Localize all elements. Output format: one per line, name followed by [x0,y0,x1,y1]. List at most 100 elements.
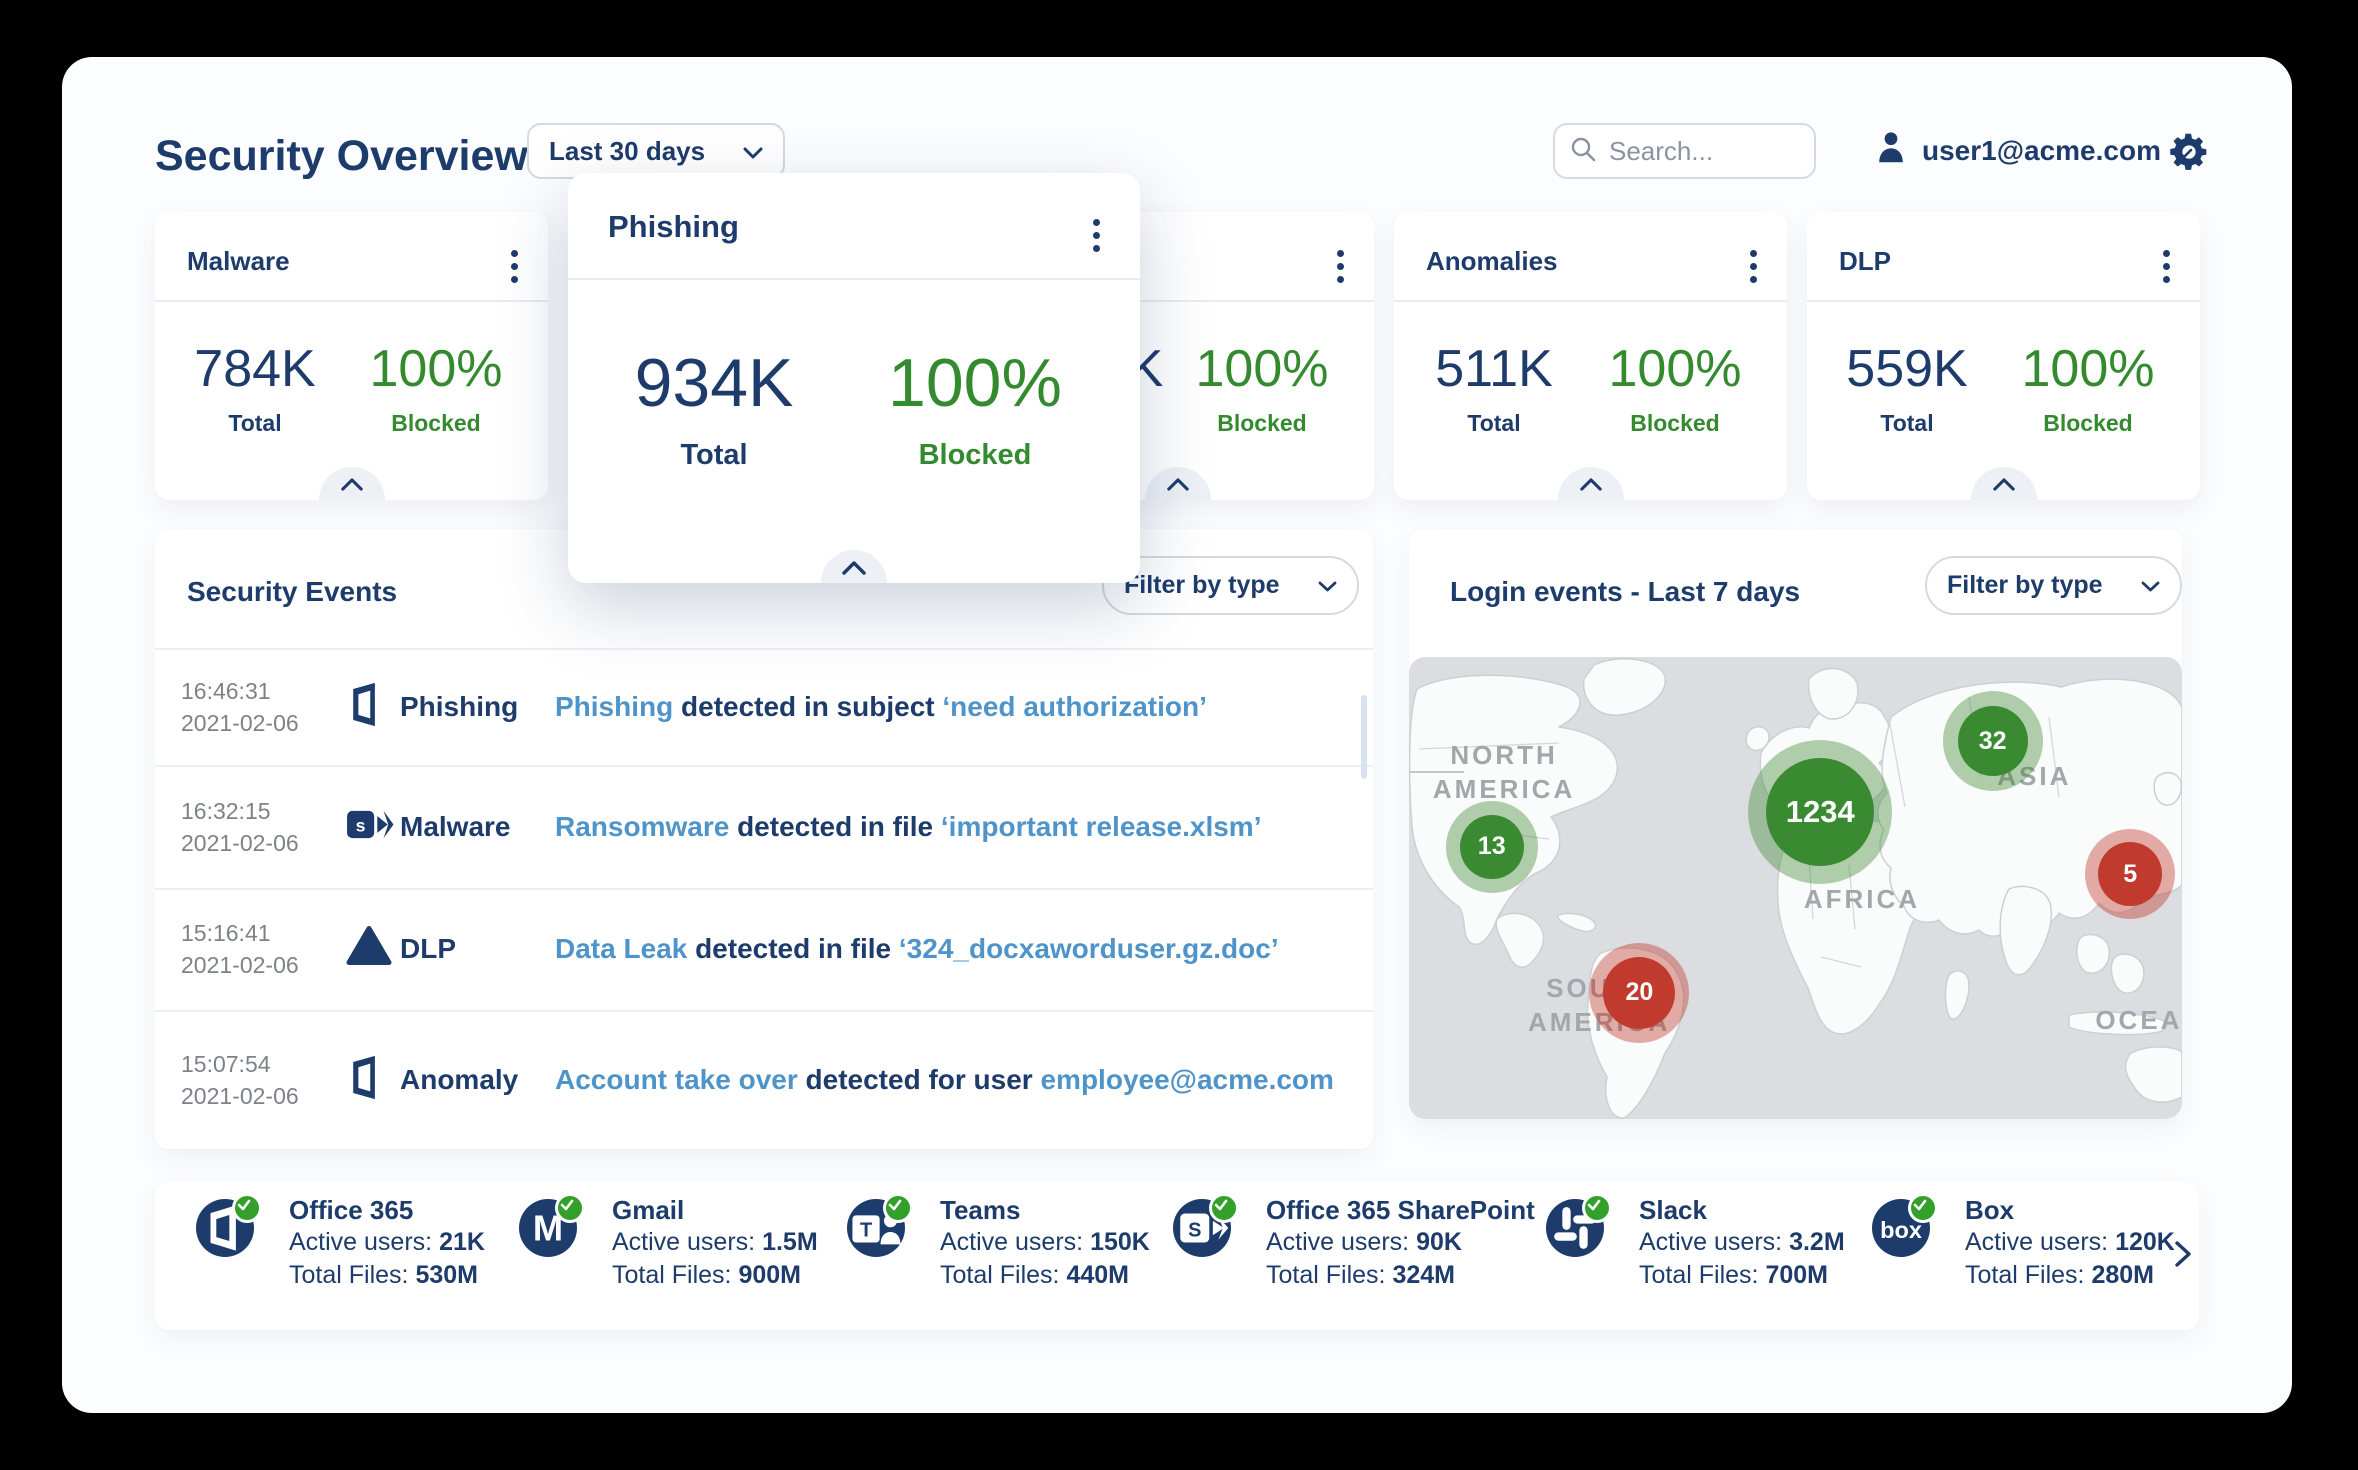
user-menu[interactable]: user1@acme.com [1874,129,2193,172]
integration-name: Slack [1639,1194,1845,1226]
card-dlp: DLP 559KTotal 100%Blocked [1807,212,2200,500]
kebab-menu-icon[interactable] [1746,246,1761,287]
integration-active-users: Active users: 90K [1266,1226,1535,1259]
event-description-text: detected in file [729,811,941,842]
stat-blocked-label: Blocked [1196,410,1329,437]
card-phishing-expanded: Phishing 934K Total 100% Blocked [568,173,1140,583]
map-region-label: OCEANIA [2095,1003,2182,1037]
date-range-select[interactable]: Last 30 days [527,123,785,179]
event-timestamp: 15:07:542021-02-06 [181,1048,299,1112]
stat-blocked-value: 100% [1196,340,1329,398]
active-users-value: 3.2M [1789,1228,1845,1256]
drive-icon [346,926,392,973]
kebab-menu-icon[interactable] [2159,246,2174,287]
event-description-highlight: Data Leak [555,933,687,964]
login-bubble-value: 13 [1460,815,1524,879]
stat-total: 559KTotal [1846,340,1967,437]
event-description-highlight: ‘324_docxaworduser.gz.doc’ [899,933,1279,964]
map-title: Login events - Last 7 days [1450,576,1800,608]
date-range-value: Last 30 days [549,136,705,167]
expand-handle[interactable] [319,467,385,500]
chevron-down-icon [743,136,763,167]
login-bubble[interactable]: 13 [1446,801,1538,893]
login-bubble-value: 32 [1958,706,2028,776]
chevron-up-icon [341,478,363,491]
integration-name: Gmail [612,1194,818,1226]
kebab-menu-icon[interactable] [1089,215,1104,256]
total-files-value: 900M [738,1261,801,1289]
collapse-handle[interactable] [821,550,887,583]
stat-blocked-value: 100% [888,345,1062,421]
scroll-right-button[interactable] [2173,1240,2193,1273]
card-title: DLP [1839,246,1891,277]
connected-check-icon [1908,1193,1938,1223]
expand-handle[interactable] [1145,467,1211,500]
integration-active-users: Active users: 150K [940,1226,1150,1259]
total-files-value: 324M [1392,1261,1455,1289]
integration-stats: GmailActive users: 1.5MTotal Files: 900M [612,1194,818,1292]
login-bubble[interactable]: 1234 [1748,740,1892,884]
search-box[interactable] [1553,123,1816,179]
chevron-up-icon [1167,478,1189,491]
world-map-art [1409,657,2182,1119]
event-category: Anomaly [400,1064,518,1096]
active-users-label: Active users: [940,1228,1083,1256]
total-files-label: Total Files: [1639,1261,1758,1289]
event-time: 15:07:54 [181,1048,299,1080]
stat-total-label: Total [635,439,794,472]
kebab-menu-icon[interactable] [1333,246,1348,287]
active-users-label: Active users: [1266,1228,1409,1256]
connected-check-icon [232,1193,262,1223]
active-users-value: 120K [2115,1228,2175,1256]
active-users-label: Active users: [1965,1228,2108,1256]
chevron-up-icon [1993,478,2015,491]
integration-name: Office 365 SharePoint [1266,1194,1535,1226]
expand-handle[interactable] [1558,467,1624,500]
connected-check-icon [1209,1193,1239,1223]
login-bubble[interactable]: 20 [1589,943,1689,1043]
integration-total-files: Total Files: 530M [289,1259,485,1292]
login-bubble[interactable]: 32 [1943,691,2043,791]
security-events-panel: Security Events Filter by type 16:46:312… [155,529,1373,1149]
settings-button[interactable] [2168,131,2210,173]
kebab-menu-icon[interactable] [507,246,522,287]
event-row[interactable]: 16:46:312021-02-06PhishingPhishing detec… [155,648,1373,765]
stat-blocked-label: Blocked [370,410,503,437]
stat-blocked: 100%Blocked [370,340,503,437]
stat-total-label: Total [194,410,315,437]
map-filter-select[interactable]: Filter by type [1925,556,2182,615]
sharepoint-icon: s [346,803,394,850]
event-description-text: detected in subject [673,691,942,722]
event-category: Malware [400,811,511,843]
event-category: DLP [400,933,456,965]
card-malware: Malware784KTotal100%Blocked [155,212,548,500]
stat-blocked-label: Blocked [1609,410,1742,437]
total-files-label: Total Files: [1266,1261,1385,1289]
stat-blocked: 100% Blocked [888,345,1062,472]
office365-icon [196,1199,254,1257]
expand-handle[interactable] [1971,467,2037,500]
login-bubble[interactable]: 5 [2085,829,2175,919]
svg-text:T: T [860,1220,872,1242]
integration-name: Box [1965,1194,2175,1226]
event-date: 2021-02-06 [181,1080,299,1112]
event-row[interactable]: 15:07:542021-02-06AnomalyAccount take ov… [155,1010,1373,1149]
world-map: NORTH AMERICASOUTH AMERICAAFRICAASIAOCEA… [1409,657,2182,1119]
search-input[interactable] [1607,135,1781,168]
active-users-label: Active users: [612,1228,755,1256]
total-files-value: 700M [1765,1261,1828,1289]
event-row[interactable]: 16:32:152021-02-06sMalwareRansomware det… [155,765,1373,888]
events-scrollbar[interactable] [1361,695,1367,779]
card-title: Malware [187,246,290,277]
event-row[interactable]: 15:16:412021-02-06DLPData Leak detected … [155,888,1373,1010]
chevron-down-icon [1318,571,1337,600]
active-users-label: Active users: [289,1228,432,1256]
events-filter-select[interactable]: Filter by type [1102,556,1359,615]
connected-check-icon [555,1193,585,1223]
office-365-icon [346,1054,379,1105]
gmail-icon: M [519,1199,577,1257]
event-date: 2021-02-06 [181,949,299,981]
stat-blocked: 100%Blocked [2022,340,2155,437]
card-title: Anomalies [1426,246,1558,277]
event-timestamp: 15:16:412021-02-06 [181,917,299,981]
